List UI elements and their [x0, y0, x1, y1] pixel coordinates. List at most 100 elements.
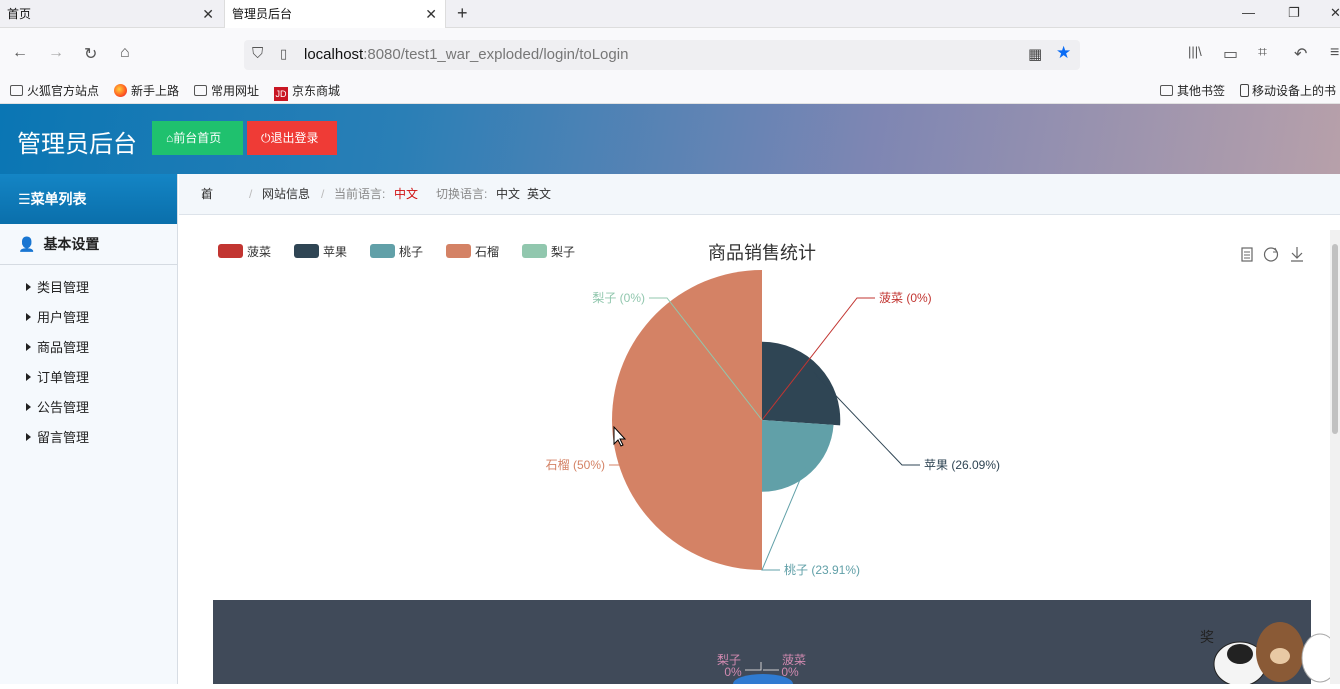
caret-right-icon	[26, 373, 31, 381]
bookmark-item[interactable]: 火狐官方站点	[10, 82, 99, 99]
url-host: localhost	[304, 46, 364, 63]
sidebar-group-basic-settings[interactable]: 👤 基本设置	[0, 224, 177, 265]
tab-label: 首页	[7, 7, 32, 21]
scrollbar-thumb[interactable]	[1332, 244, 1338, 434]
breadcrumb-separator: /	[321, 187, 325, 201]
screenshot-icon[interactable]: ⌗	[1258, 44, 1267, 62]
close-tab-icon[interactable]: ✕	[425, 0, 437, 28]
restore-icon[interactable]	[1263, 247, 1279, 262]
sidebar-item-products[interactable]: 商品管理	[0, 333, 177, 363]
group-label: 基本设置	[43, 236, 100, 252]
firefox-icon	[114, 84, 127, 97]
bookmark-item[interactable]: JD 京东商城	[274, 82, 340, 101]
legend-swatch	[294, 244, 319, 258]
url-bar[interactable]: ⛉ ▯ localhost:8080/test1_war_exploded/lo…	[244, 40, 1080, 70]
folder-icon	[1160, 85, 1173, 96]
sidebar-item-label: 商品管理	[37, 340, 90, 355]
legend-swatch	[446, 244, 471, 258]
caret-right-icon	[26, 313, 31, 321]
bookmark-label: 移动设备上的书	[1252, 84, 1337, 98]
breadcrumb-site-info[interactable]: 网站信息	[262, 174, 310, 215]
legend-swatch	[218, 244, 243, 258]
pie-label: 梨子 (0%)	[592, 291, 645, 305]
sidebar-item-orders[interactable]: 订单管理	[0, 363, 177, 393]
pie-label: 菠菜 (0%)	[879, 291, 932, 305]
bookmark-star-icon[interactable]: ★	[1056, 43, 1071, 63]
bookmark-item[interactable]: 移动设备上的书	[1240, 82, 1336, 99]
qr-code-icon[interactable]: ▦	[1028, 45, 1042, 63]
sidebar-toggle-icon[interactable]: ▭	[1223, 44, 1238, 64]
bookmark-item[interactable]: 其他书签	[1160, 82, 1225, 99]
sidebar-item-category[interactable]: 类目管理	[0, 273, 177, 303]
breadcrumb: ⌂首页 / 网站信息 / 当前语言: 中文 切换语言: 中文 英文	[179, 174, 1340, 242]
sidebar-item-messages[interactable]: 留言管理	[0, 423, 177, 453]
bookmark-label: 其他书签	[1177, 84, 1226, 98]
caret-right-icon	[26, 403, 31, 411]
home-icon[interactable]: ⌂	[120, 44, 130, 62]
button-label: 前台首页	[173, 131, 222, 145]
mobile-icon	[1240, 84, 1249, 97]
legend-label: 梨子	[551, 245, 575, 259]
save-image-icon[interactable]	[1291, 247, 1303, 262]
language-link-zh[interactable]: 中文	[496, 174, 520, 215]
jd-icon: JD	[274, 87, 288, 101]
switch-language-label: 切换语言:	[436, 187, 488, 201]
shield-icon[interactable]: ⛉	[252, 45, 263, 62]
new-tab-icon[interactable]: +	[457, 0, 468, 26]
forward-icon[interactable]: →	[48, 44, 64, 62]
browser-tab-bar: 首页 ✕ 管理员后台 ✕ + — ❐ ✕	[0, 0, 1340, 28]
close-window-icon[interactable]: ✕	[1330, 0, 1340, 26]
legend-label: 石榴	[475, 245, 499, 259]
legend-swatch	[522, 244, 547, 258]
content-scrollbar[interactable]	[1330, 230, 1340, 684]
tab-label: 管理员后台	[232, 7, 293, 21]
second-chart-label-pct: 0%	[724, 665, 742, 679]
front-home-button[interactable]: ⌂前台首页	[152, 121, 243, 155]
minimize-icon[interactable]: —	[1242, 0, 1255, 26]
data-view-icon[interactable]	[1241, 247, 1253, 262]
bookmark-item[interactable]: 常用网址	[194, 82, 259, 99]
caret-right-icon	[26, 433, 31, 441]
pie-slice[interactable]	[612, 270, 762, 570]
pie-slice[interactable]	[762, 420, 834, 492]
browser-tab-home[interactable]: 首页 ✕	[0, 0, 222, 28]
legend-item[interactable]: 桃子	[370, 244, 423, 259]
sidebar-item-users[interactable]: 用户管理	[0, 303, 177, 333]
legend-item[interactable]: 苹果	[294, 244, 347, 259]
folder-icon	[10, 85, 23, 96]
sidebar-item-label: 用户管理	[37, 310, 90, 325]
pie-slice[interactable]	[762, 341, 841, 426]
close-tab-icon[interactable]: ✕	[202, 0, 214, 28]
caret-right-icon	[26, 283, 31, 291]
label-connector	[745, 662, 779, 671]
logout-button[interactable]: ⏻退出登录	[247, 121, 337, 155]
menu-list-header[interactable]: ☰菜单列表	[0, 174, 177, 224]
back-icon[interactable]: ←	[12, 44, 28, 62]
restore-icon[interactable]: ❐	[1288, 0, 1300, 26]
url-path: :8080/test1_war_exploded/login/toLogin	[363, 46, 629, 63]
pie-label: 石榴 (50%)	[546, 458, 605, 472]
chart-legend: 菠菜 苹果 桃子 石榴 梨子	[218, 244, 575, 259]
legend-item[interactable]: 梨子	[522, 244, 575, 259]
current-language-label: 当前语言:	[334, 187, 386, 201]
bookmark-item[interactable]: 新手上路	[114, 82, 179, 99]
second-pie-chart: 梨子 0% 菠菜 0%	[717, 653, 806, 684]
user-icon: 👤	[18, 236, 36, 252]
sidebar-item-label: 类目管理	[37, 280, 90, 295]
undo-icon[interactable]: ↶	[1294, 44, 1307, 64]
browser-tab-admin[interactable]: 管理员后台 ✕	[224, 0, 446, 28]
power-icon: ⏻	[261, 131, 271, 145]
bookmark-label: 常用网址	[211, 84, 260, 98]
library-icon[interactable]: |||\	[1188, 44, 1202, 59]
bookmark-label: 新手上路	[131, 84, 180, 98]
reload-icon[interactable]: ↻	[84, 44, 97, 64]
svg-text:奖: 奖	[1200, 629, 1214, 645]
legend-item[interactable]: 石榴	[446, 244, 499, 259]
caret-right-icon	[26, 343, 31, 351]
menu-icon[interactable]: ≡	[1330, 44, 1339, 62]
legend-item[interactable]: 菠菜	[218, 244, 271, 259]
legend-swatch	[370, 244, 395, 258]
sidebar-item-notices[interactable]: 公告管理	[0, 393, 177, 423]
current-language-value: 中文	[394, 187, 419, 201]
language-link-en[interactable]: 英文	[527, 174, 551, 215]
